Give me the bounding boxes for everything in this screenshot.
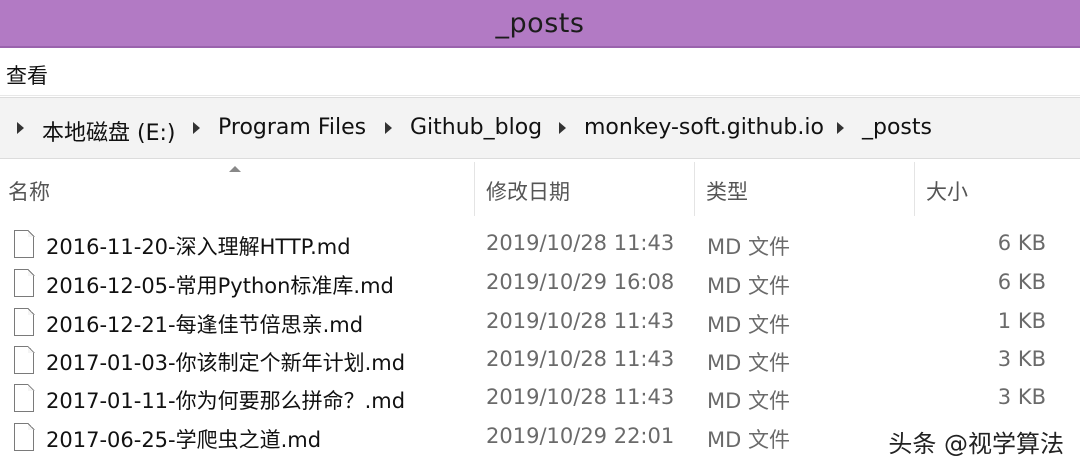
file-size: 6 KB xyxy=(997,231,1046,255)
file-name: 2017-01-03-你该制定个新年计划.md xyxy=(46,351,406,375)
breadcrumb-drive[interactable]: 本地磁盘 (E:) xyxy=(42,115,175,147)
breadcrumb-github-blog[interactable]: Github_blog xyxy=(410,115,542,140)
file-size: 3 KB xyxy=(997,385,1046,409)
breadcrumb-monkey-soft[interactable]: monkey-soft.github.io xyxy=(584,115,824,140)
file-row[interactable]: 2017-01-03-你该制定个新年计划.md 2019/10/28 11:43… xyxy=(0,342,1080,380)
file-icon xyxy=(14,268,35,297)
file-type: MD 文件 xyxy=(707,351,790,375)
file-date: 2019/10/29 22:01 xyxy=(486,424,675,448)
file-size: 1 KB xyxy=(997,309,1046,333)
file-name: 2017-01-11-你为何要那么拼命？.md xyxy=(46,389,406,413)
breadcrumb-chevron-icon[interactable] xyxy=(385,122,392,134)
breadcrumb-chevron-icon[interactable] xyxy=(559,122,566,134)
file-date: 2019/10/29 16:08 xyxy=(486,270,675,294)
file-row[interactable]: 2016-12-21-每逢佳节倍思亲.md 2019/10/28 11:43 M… xyxy=(0,304,1080,342)
column-header-row: 名称 修改日期 类型 大小 xyxy=(0,160,1080,218)
window-titlebar: _posts xyxy=(0,0,1080,46)
address-bar[interactable]: 本地磁盘 (E:) Program Files Github_blog monk… xyxy=(0,97,1080,159)
file-row[interactable]: 2017-01-11-你为何要那么拼命？.md 2019/10/28 11:43… xyxy=(0,380,1080,418)
sort-ascending-icon xyxy=(229,166,241,172)
window-title: _posts xyxy=(495,7,585,39)
column-divider[interactable] xyxy=(914,162,915,216)
breadcrumb-chevron-icon[interactable] xyxy=(837,122,844,134)
column-divider[interactable] xyxy=(694,162,695,216)
file-type: MD 文件 xyxy=(707,428,790,452)
file-name: 2016-11-20-深入理解HTTP.md xyxy=(46,235,351,259)
column-header-size[interactable]: 大小 xyxy=(926,176,968,206)
breadcrumb-program-files[interactable]: Program Files xyxy=(218,115,366,140)
file-icon xyxy=(14,422,35,451)
file-name: 2016-12-21-每逢佳节倍思亲.md xyxy=(46,313,364,337)
breadcrumb-posts[interactable]: _posts xyxy=(862,115,932,140)
column-header-name[interactable]: 名称 xyxy=(8,176,50,206)
file-icon xyxy=(14,229,35,258)
menu-bar: 查看 xyxy=(0,48,1080,96)
breadcrumb-chevron-icon[interactable] xyxy=(17,122,24,134)
file-size: 6 KB xyxy=(997,270,1046,294)
file-type: MD 文件 xyxy=(707,235,790,259)
watermark: 头条 @视学算法 xyxy=(888,424,1064,459)
column-divider[interactable] xyxy=(474,162,475,216)
file-date: 2019/10/28 11:43 xyxy=(486,231,675,255)
file-type: MD 文件 xyxy=(707,274,790,298)
file-row[interactable]: 2016-12-05-常用Python标准库.md 2019/10/29 16:… xyxy=(0,265,1080,303)
file-type: MD 文件 xyxy=(707,313,790,337)
file-date: 2019/10/28 11:43 xyxy=(486,385,675,409)
file-name: 2016-12-05-常用Python标准库.md xyxy=(46,274,394,298)
file-name: 2017-06-25-学爬虫之道.md xyxy=(46,428,322,452)
column-header-date[interactable]: 修改日期 xyxy=(486,176,570,206)
column-header-type[interactable]: 类型 xyxy=(706,176,748,206)
breadcrumb-chevron-icon[interactable] xyxy=(193,122,200,134)
file-date: 2019/10/28 11:43 xyxy=(486,309,675,333)
file-date: 2019/10/28 11:43 xyxy=(486,347,675,371)
menu-view[interactable]: 查看 xyxy=(6,60,48,90)
file-icon xyxy=(14,307,35,336)
file-type: MD 文件 xyxy=(707,389,790,413)
file-size: 3 KB xyxy=(997,347,1046,371)
file-icon xyxy=(14,383,35,412)
file-row[interactable]: 2016-11-20-深入理解HTTP.md 2019/10/28 11:43 … xyxy=(0,226,1080,264)
file-icon xyxy=(14,345,35,374)
